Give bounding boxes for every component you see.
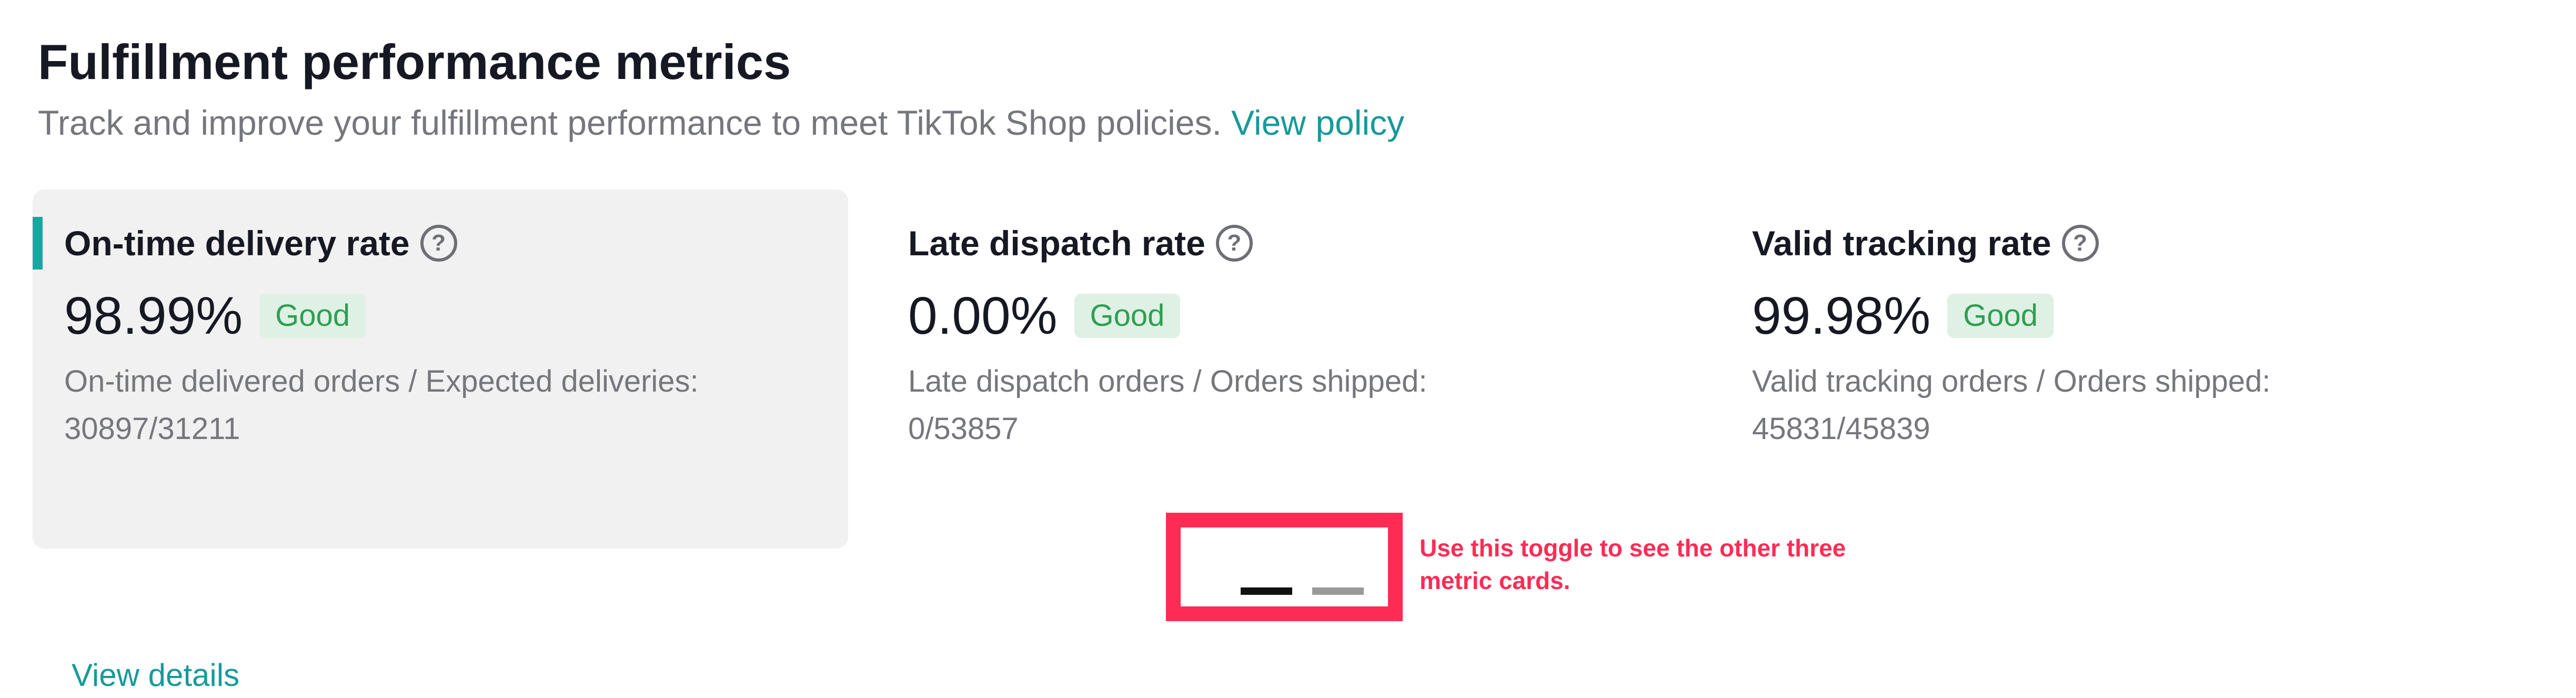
view-policy-link[interactable]: View policy bbox=[1231, 103, 1404, 142]
metric-card-on-time-delivery[interactable]: On-time delivery rate ? 98.99% Good On-t… bbox=[33, 190, 848, 693]
metric-card-valid-tracking[interactable]: Valid tracking rate ? 99.98% Good Valid … bbox=[1720, 190, 2536, 549]
status-badge: Good bbox=[1074, 294, 1181, 338]
metric-value: 0.00% bbox=[908, 286, 1058, 345]
status-badge: Good bbox=[1947, 294, 2054, 338]
page-subtitle: Track and improve your fulfillment perfo… bbox=[38, 99, 1404, 146]
active-indicator-bar bbox=[33, 217, 43, 270]
metric-value-row: 99.98% Good bbox=[1752, 284, 2054, 347]
metric-name: Valid tracking rate bbox=[1752, 224, 2051, 263]
metric-header: Late dispatch rate ? bbox=[908, 221, 1253, 265]
help-icon[interactable]: ? bbox=[1215, 225, 1253, 262]
metric-value: 98.99% bbox=[64, 286, 243, 345]
subtitle-text: Track and improve your fulfillment perfo… bbox=[38, 103, 1232, 142]
formula-value: 45831/45839 bbox=[1752, 412, 1930, 446]
formula-value: 0/53857 bbox=[908, 412, 1019, 446]
page: Fulfillment performance metrics Track an… bbox=[0, 0, 2576, 698]
formula-label: Late dispatch orders / Orders shipped: bbox=[908, 364, 1427, 398]
pagination-dot-page-2[interactable] bbox=[1312, 587, 1364, 595]
help-icon[interactable]: ? bbox=[2061, 225, 2099, 262]
metric-value-row: 0.00% Good bbox=[908, 284, 1181, 347]
metric-formula: Valid tracking orders / Orders shipped: … bbox=[1752, 358, 2270, 453]
formula-value: 30897/31211 bbox=[64, 412, 240, 446]
metric-formula: Late dispatch orders / Orders shipped: 0… bbox=[908, 358, 1427, 453]
formula-label: Valid tracking orders / Orders shipped: bbox=[1752, 364, 2271, 398]
metric-header: On-time delivery rate ? bbox=[64, 221, 457, 265]
pagination-toggle-highlight bbox=[1166, 513, 1403, 621]
metric-header: Valid tracking rate ? bbox=[1752, 221, 2099, 265]
metric-value: 99.98% bbox=[1752, 286, 1931, 345]
view-details-link[interactable]: View details bbox=[72, 657, 239, 693]
metric-formula: On-time delivered orders / Expected deli… bbox=[64, 358, 699, 453]
pagination-dot-page-1[interactable] bbox=[1241, 587, 1292, 595]
metric-card-late-dispatch[interactable]: Late dispatch rate ? 0.00% Good Late dis… bbox=[877, 190, 1692, 549]
status-badge: Good bbox=[259, 294, 366, 338]
annotation-note: Use this toggle to see the other three m… bbox=[1420, 534, 1846, 594]
help-icon[interactable]: ? bbox=[420, 225, 457, 262]
formula-label: On-time delivered orders / Expected deli… bbox=[64, 364, 699, 398]
page-title: Fulfillment performance metrics bbox=[38, 34, 791, 89]
metric-name: Late dispatch rate bbox=[908, 224, 1205, 263]
metric-value-row: 98.99% Good bbox=[64, 284, 366, 347]
metric-name: On-time delivery rate bbox=[64, 224, 410, 263]
